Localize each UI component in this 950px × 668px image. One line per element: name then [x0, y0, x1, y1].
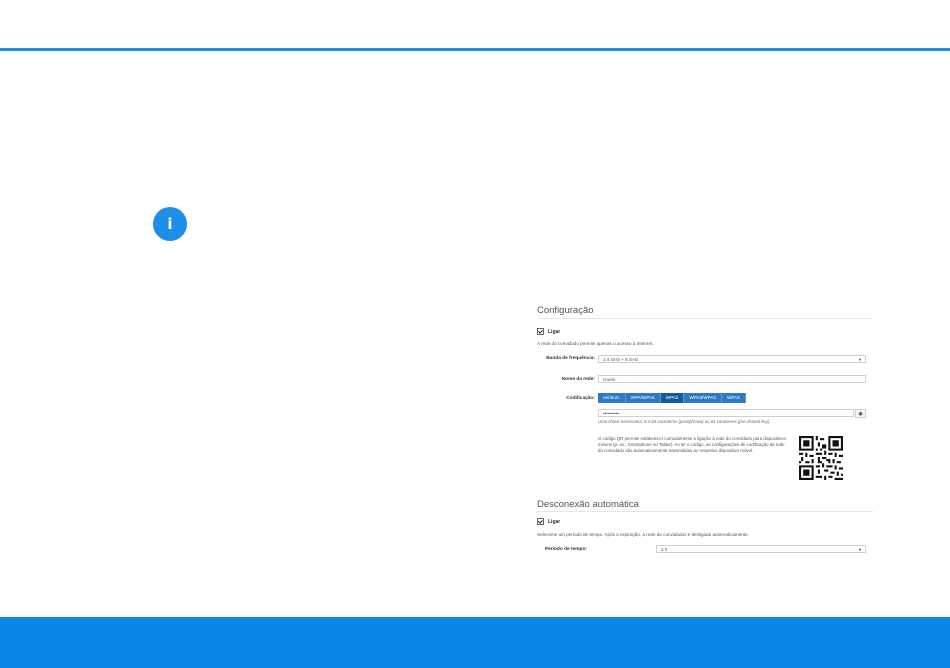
show-password-button[interactable]: ◉ — [855, 409, 866, 418]
network-name-input[interactable]: Guest — [598, 375, 866, 383]
enable-checkbox-label: Ligar — [548, 328, 561, 335]
configuration-description: A rede do convidado permite apenas o ace… — [537, 341, 654, 346]
enable-checkbox-row[interactable]: Ligar — [537, 328, 560, 335]
password-hint: Uma chave necessária: 8 a 63 caracteres … — [598, 419, 770, 424]
period-label: Período de tempo: — [544, 547, 587, 552]
qr-description: O código QR permite estabelecer comodame… — [598, 436, 786, 453]
auto-disconnect-title: Desconexão automática — [537, 499, 639, 510]
section-divider — [537, 318, 873, 319]
info-icon: i — [153, 207, 187, 241]
encryption-option-wpa3[interactable]: WPA3 — [722, 393, 746, 403]
period-select[interactable]: 2 h ▼ — [656, 545, 866, 553]
encryption-option-none[interactable]: nenhum — [598, 393, 626, 403]
chevron-down-icon: ▼ — [858, 357, 862, 362]
auto-disconnect-checkbox-label: Ligar — [548, 518, 561, 525]
guest-network-panel: Configuração Ligar A rede do convidado p… — [537, 305, 873, 565]
password-value: •••••••••• — [603, 411, 620, 416]
encryption-segmented-control: nenhum WPA/WPA2 WPA2 WPA3/WPA2 WPA3 — [598, 393, 746, 403]
footer-bar — [0, 617, 950, 668]
encryption-label: Codificação: — [566, 396, 595, 401]
encryption-option-wpa2[interactable]: WPA2 — [660, 393, 685, 403]
configuration-title: Configuração — [537, 305, 594, 316]
header-divider — [0, 48, 950, 51]
band-label: Banda de frequência: — [546, 356, 595, 361]
encryption-option-wpa3-wpa2[interactable]: WPA3/WPA2 — [684, 393, 723, 403]
network-name-value: Guest — [603, 377, 616, 382]
auto-disconnect-description: Selecione um período de tempo. Após a ex… — [537, 532, 749, 537]
enable-checkbox[interactable] — [537, 328, 544, 335]
auto-disconnect-checkbox-row[interactable]: Ligar — [537, 518, 560, 525]
band-select[interactable]: 2,4 GHz + 5 GHz ▼ — [598, 355, 866, 363]
qr-code — [799, 436, 843, 480]
network-name-label: Nome da rede: — [561, 377, 595, 382]
auto-disconnect-checkbox[interactable] — [537, 518, 544, 525]
band-select-value: 2,4 GHz + 5 GHz — [603, 357, 639, 362]
period-select-value: 2 h — [661, 547, 668, 552]
encryption-option-wpa-wpa2[interactable]: WPA/WPA2 — [625, 393, 661, 403]
password-input[interactable]: •••••••••• — [598, 409, 854, 417]
section-divider — [537, 511, 873, 512]
eye-icon: ◉ — [858, 411, 863, 417]
chevron-down-icon: ▼ — [858, 547, 862, 552]
